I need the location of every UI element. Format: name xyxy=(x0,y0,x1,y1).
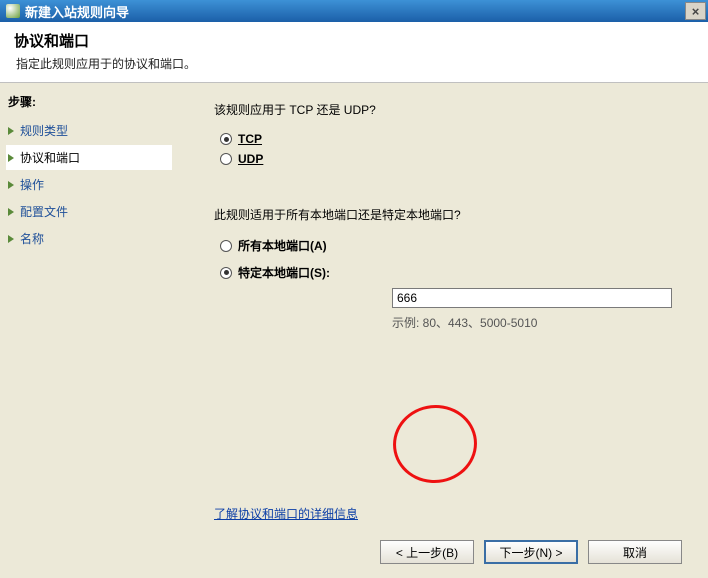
cancel-button[interactable]: 取消 xyxy=(588,540,682,564)
udp-option[interactable]: UDP xyxy=(220,152,686,166)
steps-heading: 步骤: xyxy=(8,93,172,110)
titlebar-left: 新建入站规则向导 xyxy=(6,2,129,21)
next-button[interactable]: 下一步(N) > xyxy=(484,540,578,564)
arrow-icon xyxy=(8,154,14,162)
page-description: 指定此规则应用于的协议和端口。 xyxy=(16,55,694,72)
protocol-radio-group: TCP UDP xyxy=(220,132,686,172)
all-ports-label: 所有本地端口(A) xyxy=(238,239,327,253)
step-name[interactable]: 名称 xyxy=(6,226,172,251)
specific-ports-label: 特定本地端口(S): xyxy=(238,266,330,280)
button-row: < 上一步(B) 下一步(N) > 取消 xyxy=(214,540,686,568)
all-ports-option[interactable]: 所有本地端口(A) xyxy=(220,237,686,254)
step-label: 规则类型 xyxy=(20,122,68,139)
arrow-icon xyxy=(8,208,14,216)
radio-icon xyxy=(220,153,232,165)
window-title: 新建入站规则向导 xyxy=(25,2,129,21)
steps-sidebar: 步骤: 规则类型 协议和端口 操作 配置文件 名称 xyxy=(0,83,180,578)
step-label: 协议和端口 xyxy=(20,149,80,166)
close-button[interactable]: × xyxy=(685,2,706,20)
arrow-icon xyxy=(8,127,14,135)
step-action[interactable]: 操作 xyxy=(6,172,172,197)
radio-icon xyxy=(220,240,232,252)
specific-ports-option[interactable]: 特定本地端口(S): xyxy=(220,264,686,281)
step-label: 配置文件 xyxy=(20,203,68,220)
ports-question: 此规则适用于所有本地端口还是特定本地端口? xyxy=(214,206,686,223)
arrow-icon xyxy=(8,181,14,189)
port-input[interactable] xyxy=(392,288,672,308)
titlebar: 新建入站规则向导 × xyxy=(0,0,708,22)
udp-label: UDP xyxy=(238,152,263,166)
arrow-icon xyxy=(8,235,14,243)
radio-icon xyxy=(220,267,232,279)
step-profile[interactable]: 配置文件 xyxy=(6,199,172,224)
step-protocol-port[interactable]: 协议和端口 xyxy=(6,145,172,170)
back-button[interactable]: < 上一步(B) xyxy=(380,540,474,564)
app-icon xyxy=(6,4,20,18)
main-panel: 该规则应用于 TCP 还是 UDP? TCP UDP 此规则适用于所有本地端口还… xyxy=(180,83,708,578)
step-label: 名称 xyxy=(20,230,44,247)
ports-radio-group: 所有本地端口(A) 特定本地端口(S): 示例: 80、443、5000-501… xyxy=(220,237,686,331)
wizard-header: 协议和端口 指定此规则应用于的协议和端口。 xyxy=(0,22,708,83)
radio-icon xyxy=(220,133,232,145)
tcp-label: TCP xyxy=(238,132,262,146)
step-label: 操作 xyxy=(20,176,44,193)
step-rule-type[interactable]: 规则类型 xyxy=(6,118,172,143)
tcp-option[interactable]: TCP xyxy=(220,132,686,146)
port-example: 示例: 80、443、5000-5010 xyxy=(392,314,686,331)
protocol-question: 该规则应用于 TCP 还是 UDP? xyxy=(214,101,686,118)
learn-more-link[interactable]: 了解协议和端口的详细信息 xyxy=(214,505,686,522)
wizard-body: 步骤: 规则类型 协议和端口 操作 配置文件 名称 该规则应用于 TCP 还是 … xyxy=(0,83,708,578)
page-title: 协议和端口 xyxy=(14,30,694,51)
